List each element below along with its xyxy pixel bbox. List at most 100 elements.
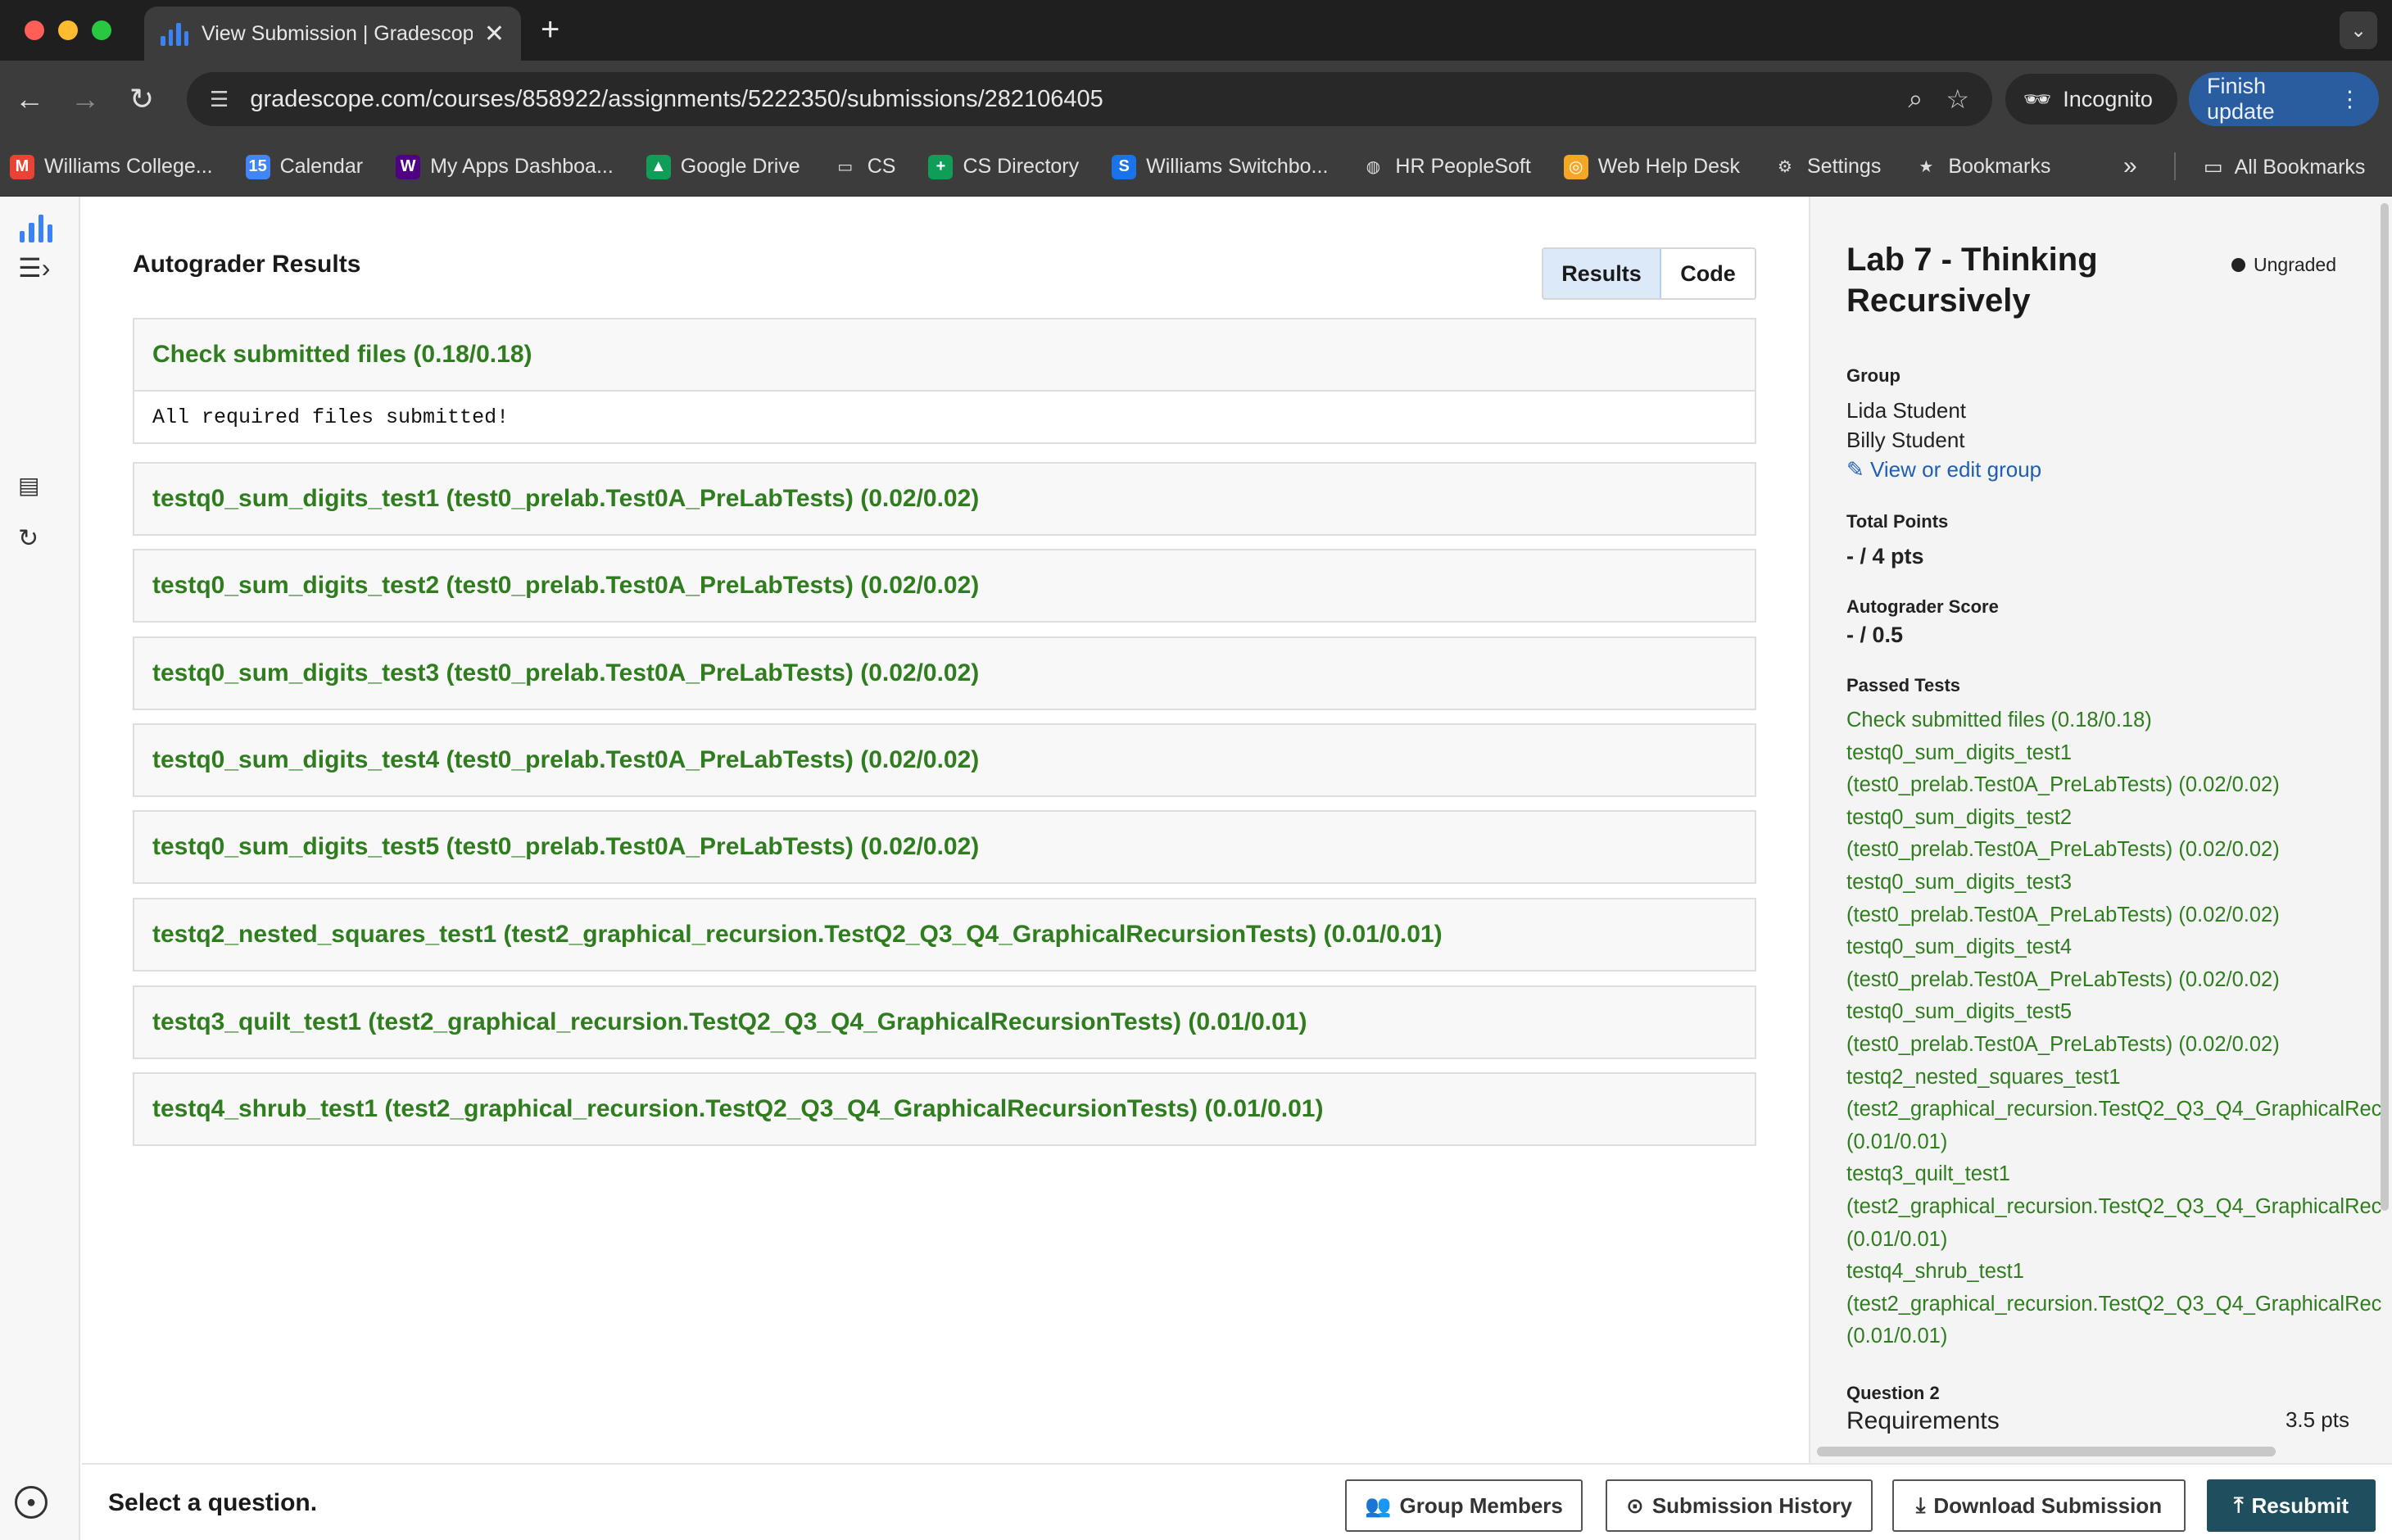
- address-bar[interactable]: ☰ gradescope.com/courses/858922/assignme…: [187, 72, 1992, 126]
- bookmark-item[interactable]: ◍ HR PeopleSoft: [1361, 155, 1531, 179]
- finish-update-label: Finish update: [2207, 74, 2275, 124]
- test-result-header[interactable]: testq4_shrub_test1 (test2_graphical_recu…: [134, 1074, 1755, 1144]
- all-bookmarks-label: All Bookmarks: [2234, 155, 2366, 179]
- footer-message: Select a question.: [108, 1489, 318, 1516]
- passed-test-line: (test0_prelab.Test0A_PreLabTests) (0.02/…: [1846, 773, 2280, 797]
- test-result-header[interactable]: testq0_sum_digits_test3 (test0_prelab.Te…: [134, 638, 1755, 709]
- download-submission-label: Download Submission: [1933, 1492, 2163, 1518]
- test-result-header[interactable]: testq0_sum_digits_test5 (test0_prelab.Te…: [134, 812, 1755, 882]
- expand-menu-icon[interactable]: ☰›: [18, 252, 50, 283]
- bookmark-item[interactable]: S Williams Switchbo...: [1112, 154, 1328, 179]
- view-toggle: Results Code: [1542, 247, 1756, 300]
- bookmark-item[interactable]: + CS Directory: [928, 154, 1079, 179]
- tab-close-icon[interactable]: ✕: [484, 20, 505, 48]
- bookmark-item[interactable]: ★ Bookmarks: [1914, 155, 2050, 179]
- submission-history-button[interactable]: ⊙ Submission History: [1606, 1479, 1873, 1532]
- tab-results[interactable]: Results: [1543, 249, 1661, 298]
- bookmark-label: Web Help Desk: [1597, 155, 1740, 178]
- assignment-title: Lab 7 - Thinking Recursively: [1846, 242, 2098, 319]
- passed-test-line: (0.01/0.01): [1846, 1130, 1948, 1153]
- more-bookmarks-chevron-icon[interactable]: »: [2123, 152, 2137, 180]
- passed-test-line: testq2_nested_squares_test1: [1846, 1065, 2121, 1089]
- tab-code[interactable]: Code: [1661, 249, 1755, 298]
- bookmark-item[interactable]: ▭ CS: [833, 155, 895, 179]
- group-members-button[interactable]: 👥 Group Members: [1345, 1479, 1583, 1532]
- site-info-icon[interactable]: ☰: [210, 87, 229, 112]
- group-member-name: Billy Student: [1846, 428, 1965, 452]
- browser-tab-active[interactable]: View Submission | Gradescope ✕: [144, 7, 521, 61]
- incognito-indicator[interactable]: 🕶 Incognito: [2005, 74, 2177, 125]
- passed-test-line: (test0_prelab.Test0A_PreLabTests) (0.02/…: [1846, 903, 2280, 926]
- download-submission-button[interactable]: ⤓ Download Submission: [1892, 1479, 2186, 1532]
- finish-update-button[interactable]: Finish update ⋮: [2189, 72, 2379, 126]
- test-result-header[interactable]: testq0_sum_digits_test2 (test0_prelab.Te…: [134, 550, 1755, 621]
- users-icon: 👥: [1365, 1492, 1392, 1518]
- test-result-header[interactable]: Check submitted files (0.18/0.18): [134, 319, 1755, 390]
- bookmark-item[interactable]: M Williams College...: [10, 154, 213, 179]
- passed-test-line: testq0_sum_digits_test3: [1846, 870, 2072, 894]
- minimize-window-button[interactable]: [58, 20, 78, 40]
- all-bookmarks-button[interactable]: ▭ All Bookmarks: [2204, 138, 2365, 197]
- bookmark-item[interactable]: ⚙ Settings: [1773, 155, 1881, 179]
- url-text[interactable]: gradescope.com/courses/858922/assignment…: [250, 86, 1885, 113]
- bookmark-item[interactable]: ▲ Google Drive: [646, 154, 800, 179]
- test-result-box: testq2_nested_squares_test1 (test2_graph…: [133, 898, 1756, 972]
- view-edit-group-label: View or edit group: [1870, 457, 2042, 482]
- submission-sidebar: Lab 7 - Thinking Recursively Ungraded Gr…: [1809, 197, 2392, 1463]
- tab-search-chevron-icon[interactable]: ⌄: [2340, 11, 2377, 49]
- sidebar-horizontal-scrollbar[interactable]: [1817, 1447, 2276, 1456]
- gradescope-favicon-icon: [161, 21, 188, 46]
- left-navigation-rail: ☰› ▤ ↻ ●: [0, 197, 80, 1540]
- gear-icon: ⚙: [1778, 158, 1792, 176]
- reload-icon[interactable]: ↻: [129, 82, 154, 116]
- account-avatar-icon[interactable]: ●: [15, 1486, 48, 1519]
- test-result-box: testq0_sum_digits_test4 (test0_prelab.Te…: [133, 723, 1756, 797]
- back-arrow-icon[interactable]: ←: [15, 82, 44, 116]
- test-result-header[interactable]: testq2_nested_squares_test1 (test2_graph…: [134, 899, 1755, 970]
- calendar-icon: 15: [245, 154, 270, 179]
- williams-w-icon: W: [396, 154, 421, 179]
- incognito-icon: 🕶: [2023, 87, 2052, 111]
- zoom-window-button[interactable]: [92, 20, 111, 40]
- forward-arrow-icon[interactable]: →: [70, 82, 100, 116]
- test-result-header[interactable]: testq0_sum_digits_test4 (test0_prelab.Te…: [134, 725, 1755, 795]
- close-window-button[interactable]: [25, 20, 44, 40]
- test-result-header[interactable]: testq0_sum_digits_test1 (test0_prelab.Te…: [134, 464, 1755, 534]
- pencil-icon: ✎: [1846, 457, 1864, 482]
- test-result-box: Check submitted files (0.18/0.18) All re…: [133, 318, 1756, 444]
- zoom-magnifier-icon[interactable]: ⌕: [1908, 84, 1923, 115]
- question-row[interactable]: Requirements 3.5 pts: [1846, 1407, 2349, 1435]
- test-result-box: testq3_quilt_test1 (test2_graphical_recu…: [133, 985, 1756, 1059]
- submission-outline-icon[interactable]: ▤: [18, 472, 39, 499]
- test-result-header[interactable]: testq3_quilt_test1 (test2_graphical_recu…: [134, 987, 1755, 1058]
- gradescope-logo-icon[interactable]: [20, 213, 52, 242]
- passed-test-line: testq0_sum_digits_test2: [1846, 805, 2072, 829]
- browser-tab-strip: View Submission | Gradescope ✕ + ⌄: [0, 0, 2392, 61]
- action-footer: Select a question. 👥 Group Members ⊙ Sub…: [82, 1463, 2392, 1540]
- total-points-value: - / 4 pts: [1846, 544, 1924, 568]
- bookmark-item[interactable]: W My Apps Dashboa...: [396, 154, 614, 179]
- refresh-icon[interactable]: ↻: [18, 524, 39, 553]
- bookmark-item[interactable]: 15 Calendar: [245, 154, 364, 179]
- passed-test-line: testq4_shrub_test1: [1846, 1260, 2024, 1284]
- passed-test-line: testq0_sum_digits_test1: [1846, 741, 2072, 764]
- new-tab-button[interactable]: +: [541, 11, 559, 48]
- sidebar-vertical-scrollbar[interactable]: [2381, 203, 2389, 1211]
- bookmark-label: Calendar: [279, 155, 364, 178]
- resubmit-button[interactable]: ⤒ Resubmit: [2207, 1479, 2376, 1532]
- passed-test-line: testq0_sum_digits_test5: [1846, 1000, 2072, 1024]
- total-points-label: Total Points: [1846, 511, 1949, 532]
- bookmarks-divider: [2174, 152, 2176, 180]
- group-member-name: Lida Student: [1846, 398, 1967, 423]
- browser-toolbar: ← → ↻ ☰ gradescope.com/courses/858922/as…: [0, 61, 2392, 138]
- test-result-box: testq0_sum_digits_test2 (test0_prelab.Te…: [133, 549, 1756, 623]
- bookmark-item[interactable]: ◎ Web Help Desk: [1563, 154, 1740, 179]
- passed-test-line: testq3_quilt_test1: [1846, 1162, 2010, 1186]
- test-result-box: testq0_sum_digits_test3 (test0_prelab.Te…: [133, 636, 1756, 710]
- status-dot-icon: [2231, 258, 2245, 272]
- view-edit-group-link[interactable]: ✎ View or edit group: [1846, 457, 2041, 482]
- passed-test-line: (test0_prelab.Test0A_PreLabTests) (0.02/…: [1846, 1032, 2280, 1056]
- autograder-score-label: Autograder Score: [1846, 596, 1999, 617]
- question-label: Question 2: [1846, 1383, 1940, 1403]
- bookmark-star-icon[interactable]: ☆: [1946, 84, 1969, 115]
